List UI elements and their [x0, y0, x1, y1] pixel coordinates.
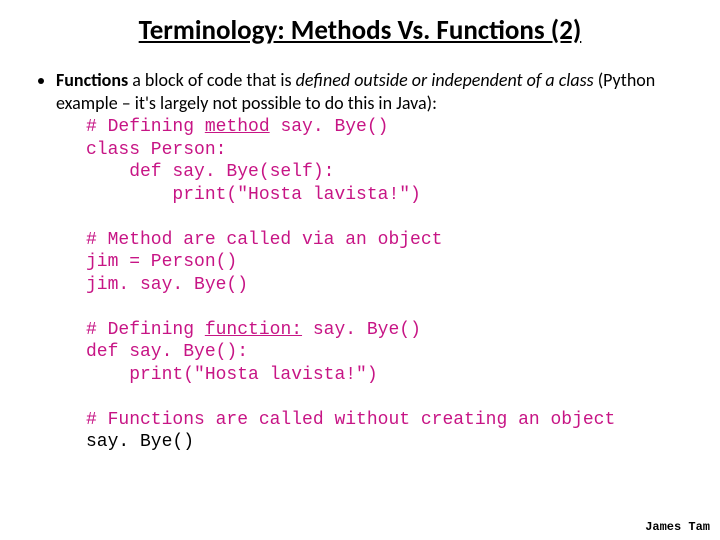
code-line: class Person: — [86, 140, 226, 160]
bullet-lead: Functions — [56, 69, 128, 91]
code-line: jim. say. Bye() — [86, 275, 248, 295]
code-line: # Defining method say. Bye() — [86, 117, 388, 137]
slide-title: Terminology: Methods Vs. Functions (2) — [30, 14, 690, 47]
code-block-1: # Defining method say. Bye() class Perso… — [86, 116, 690, 454]
code-line: # Defining function: say. Bye() — [86, 320, 421, 340]
code-line: def say. Bye(): — [86, 342, 248, 362]
slide: Terminology: Methods Vs. Functions (2) F… — [0, 0, 720, 540]
bullet-text-1: a block of code that is — [128, 69, 295, 91]
bullet-list: Functions a block of code that is define… — [38, 69, 690, 454]
code-line: jim = Person() — [86, 252, 237, 272]
bullet-item: Functions a block of code that is define… — [56, 69, 690, 454]
code-line: # Method are called via an object — [86, 230, 442, 250]
bullet-defined: defined outside or independent of a clas… — [296, 69, 594, 91]
code-line: say. Bye() — [86, 432, 194, 452]
code-line: print("Hosta lavista!") — [86, 365, 378, 385]
code-line: # Functions are called without creating … — [86, 410, 615, 430]
code-line: print("Hosta lavista!") — [86, 185, 421, 205]
footer-author: James Tam — [645, 520, 710, 534]
code-line: def say. Bye(self): — [86, 162, 334, 182]
